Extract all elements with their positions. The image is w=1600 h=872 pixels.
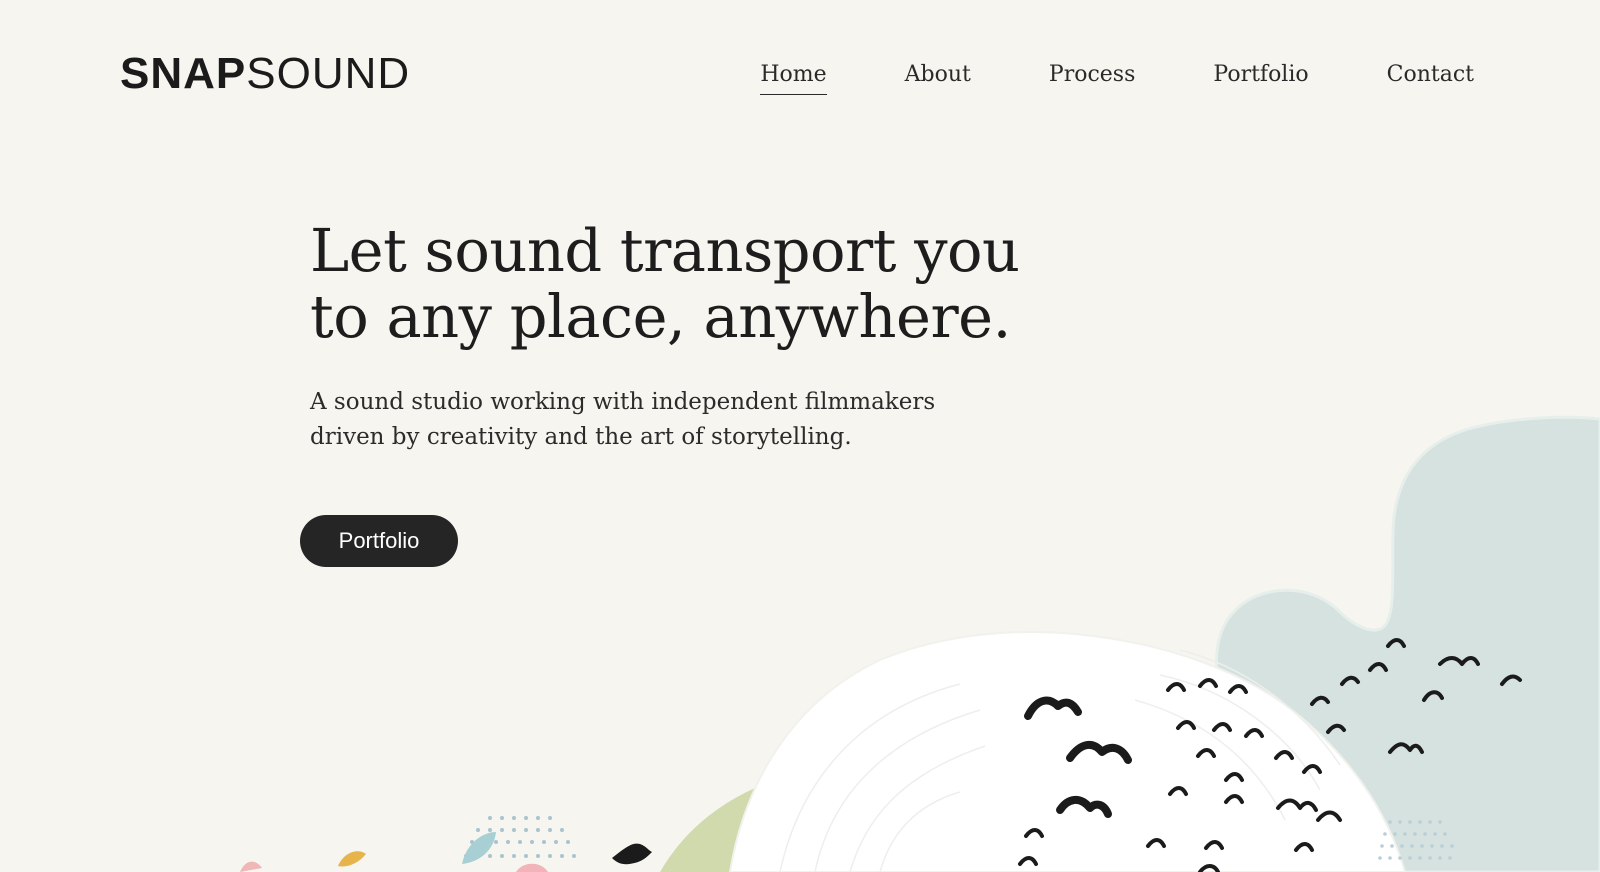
hero-subtitle-line-2: driven by creativity and the art of stor… [310,424,852,450]
main-nav: Home About Process Portfolio Contact [760,62,1474,95]
hero-subtitle: A sound studio working with independent … [310,385,950,455]
hero-title-line-2: to any place, anywhere. [310,282,1011,351]
portfolio-button[interactable]: Portfolio [300,515,458,567]
yellow-leaf [338,851,366,867]
hero-title: Let sound transport you to any place, an… [310,218,1190,350]
blue-leaf [462,832,496,864]
green-blob [660,785,790,872]
nav-portfolio[interactable]: Portfolio [1213,62,1308,89]
nav-home[interactable]: Home [760,62,827,95]
dot-pattern-right [1378,820,1454,860]
dot-pattern-left [464,816,576,858]
small-bird-silhouette [612,843,652,865]
hero-subtitle-line-1: A sound studio working with independent … [310,389,936,415]
pink-petal-1 [240,861,262,872]
cloud-blue-shape [1215,415,1600,872]
contour-lines [779,649,1341,872]
nav-process[interactable]: Process [1049,62,1136,89]
brand-logo[interactable]: SNAP SOUND [120,52,410,96]
hero-title-line-1: Let sound transport you [310,216,1020,285]
header: SNAP SOUND Home About Process Portfolio … [0,0,1600,160]
bird-flock [1018,638,1522,872]
hero-section: Let sound transport you to any place, an… [310,218,1190,455]
nav-contact[interactable]: Contact [1387,62,1474,89]
brand-logo-bold: SNAP [120,49,247,98]
pink-petal-2 [516,863,548,872]
nav-about[interactable]: About [905,62,971,89]
cloud-white-shape [728,631,1407,872]
brand-logo-light: SOUND [246,49,411,98]
